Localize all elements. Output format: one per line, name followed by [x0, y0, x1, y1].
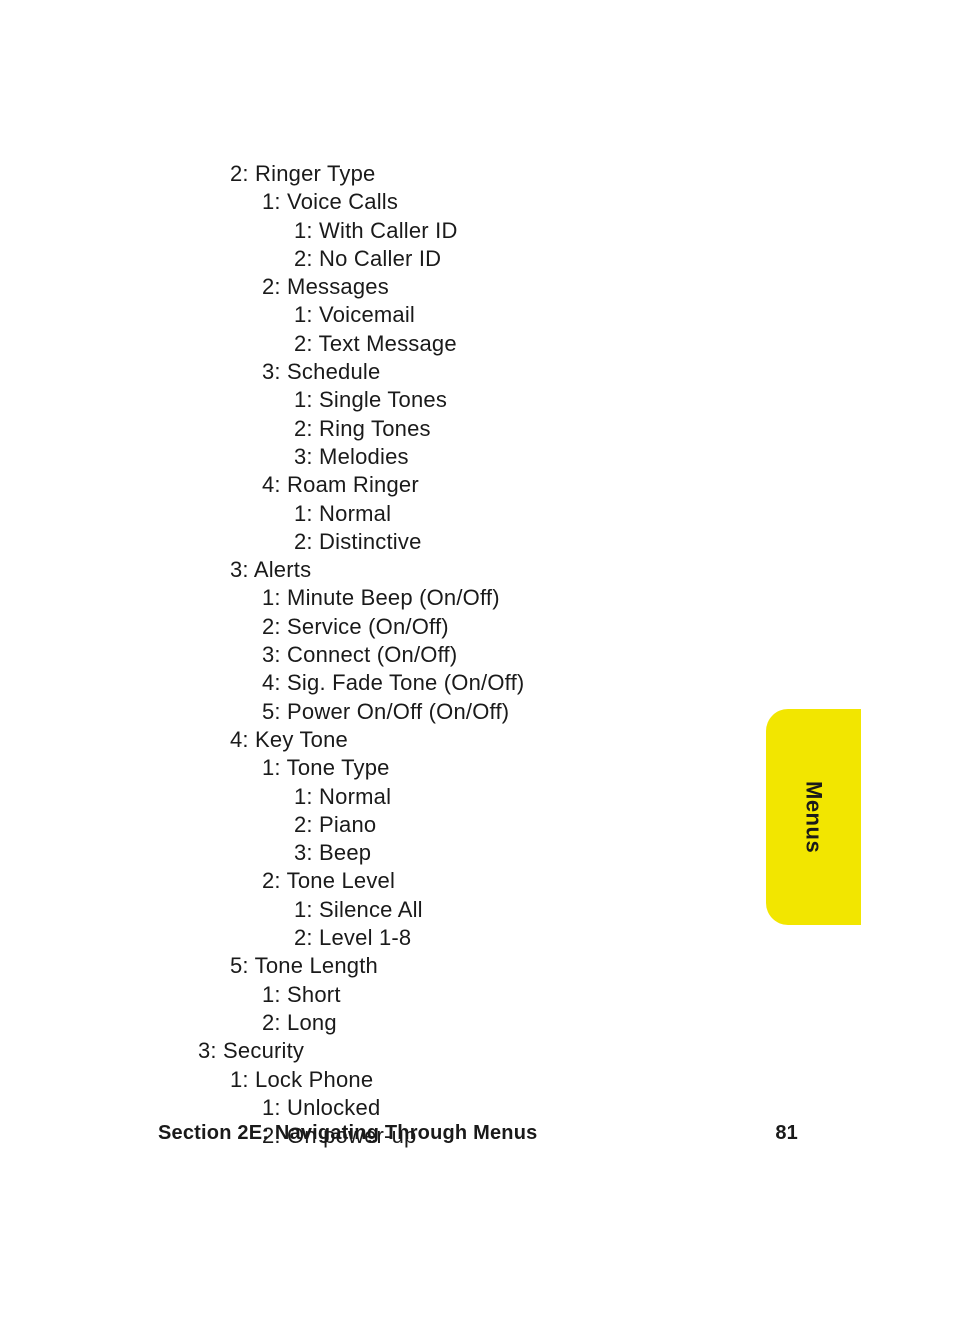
outline-item: 3: Melodies [294, 443, 524, 471]
outline-item: 3: Schedule [262, 358, 524, 386]
outline-item: 1: With Caller ID [294, 217, 524, 245]
outline-item: 1: Short [262, 981, 524, 1009]
outline-item: 3: Beep [294, 839, 524, 867]
outline-item: 1: Normal [294, 783, 524, 811]
outline-item: 4: Sig. Fade Tone (On/Off) [262, 669, 524, 697]
outline-item: 5: Power On/Off (On/Off) [262, 698, 524, 726]
outline-item: 2: Tone Level [262, 867, 524, 895]
outline-item: 2: No Caller ID [294, 245, 524, 273]
outline-item: 2: Text Message [294, 330, 524, 358]
outline-item: 2: Ring Tones [294, 415, 524, 443]
outline-item: 1: Unlocked [262, 1094, 524, 1122]
outline-item: 1: Minute Beep (On/Off) [262, 584, 524, 612]
outline-item: 3: Security [198, 1037, 524, 1065]
outline-item: 2: Distinctive [294, 528, 524, 556]
outline-item: 1: Single Tones [294, 386, 524, 414]
outline-item: 1: Tone Type [262, 754, 524, 782]
outline-item: 2: Long [262, 1009, 524, 1037]
outline-item: 2: Ringer Type [230, 160, 524, 188]
outline-item: 2: Messages [262, 273, 524, 301]
page-footer: Section 2E: Navigating Through Menus 81 [158, 1122, 798, 1145]
outline-item: 1: Normal [294, 500, 524, 528]
footer-page-number: 81 [775, 1122, 798, 1145]
outline-item: 1: Voicemail [294, 301, 524, 329]
outline-item: 2: Level 1-8 [294, 924, 524, 952]
thumb-tab-menus: Menus [766, 709, 861, 925]
outline-item: 3: Alerts [230, 556, 524, 584]
outline-item: 1: Voice Calls [262, 188, 524, 216]
outline-item: 5: Tone Length [230, 952, 524, 980]
outline-item: 2: Piano [294, 811, 524, 839]
outline-item: 2: Service (On/Off) [262, 613, 524, 641]
footer-section-title: Section 2E: Navigating Through Menus [158, 1122, 537, 1145]
outline-item: 4: Roam Ringer [262, 471, 524, 499]
outline-item: 4: Key Tone [230, 726, 524, 754]
thumb-tab-label: Menus [801, 781, 827, 853]
outline-item: 3: Connect (On/Off) [262, 641, 524, 669]
outline-item: 1: Lock Phone [230, 1066, 524, 1094]
outline-item: 1: Silence All [294, 896, 524, 924]
menu-outline: 2: Ringer Type1: Voice Calls1: With Call… [198, 160, 524, 1150]
